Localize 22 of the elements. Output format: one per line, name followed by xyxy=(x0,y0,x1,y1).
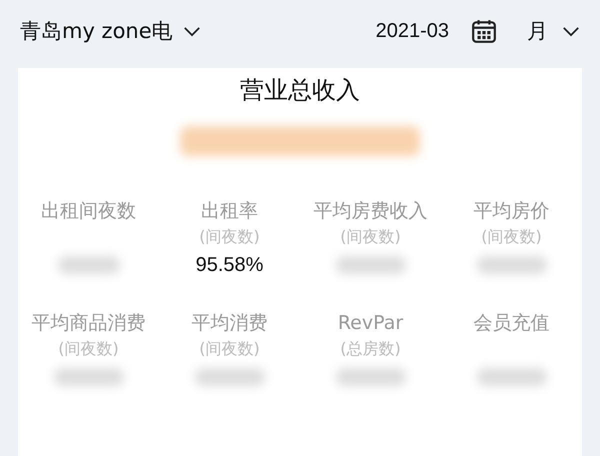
metric-label: 平均房费收入 xyxy=(314,199,428,224)
chevron-down-icon xyxy=(562,26,580,36)
date-label: 2021-03 xyxy=(376,20,449,42)
metric-label: RevPar xyxy=(338,311,404,336)
metric-value: 95.58% xyxy=(196,253,264,278)
metric-label: 平均消费 xyxy=(192,311,268,336)
store-selector[interactable]: 青岛my zone电 xyxy=(20,17,201,45)
metric-label: 平均商品消费 xyxy=(32,311,146,336)
chevron-down-icon xyxy=(182,26,201,36)
metric-unit: (间夜数) xyxy=(199,338,260,360)
metric-unit: (间夜数) xyxy=(58,338,119,360)
calendar-icon[interactable] xyxy=(471,18,497,44)
card-title: 营业总收入 xyxy=(240,75,360,106)
metric-unit: (间夜数) xyxy=(340,226,401,248)
metric-label: 会员充值 xyxy=(474,311,550,336)
metric-unit: (总房数) xyxy=(340,338,401,360)
metric-label: 出租间夜数 xyxy=(41,199,136,224)
metric-label: 出租率 xyxy=(201,199,258,224)
metric-unit: (间夜数) xyxy=(199,226,260,248)
metric-label: 平均房价 xyxy=(474,199,550,224)
period-selector[interactable]: 月 xyxy=(527,17,580,45)
metric-unit: (间夜数) xyxy=(481,226,542,248)
